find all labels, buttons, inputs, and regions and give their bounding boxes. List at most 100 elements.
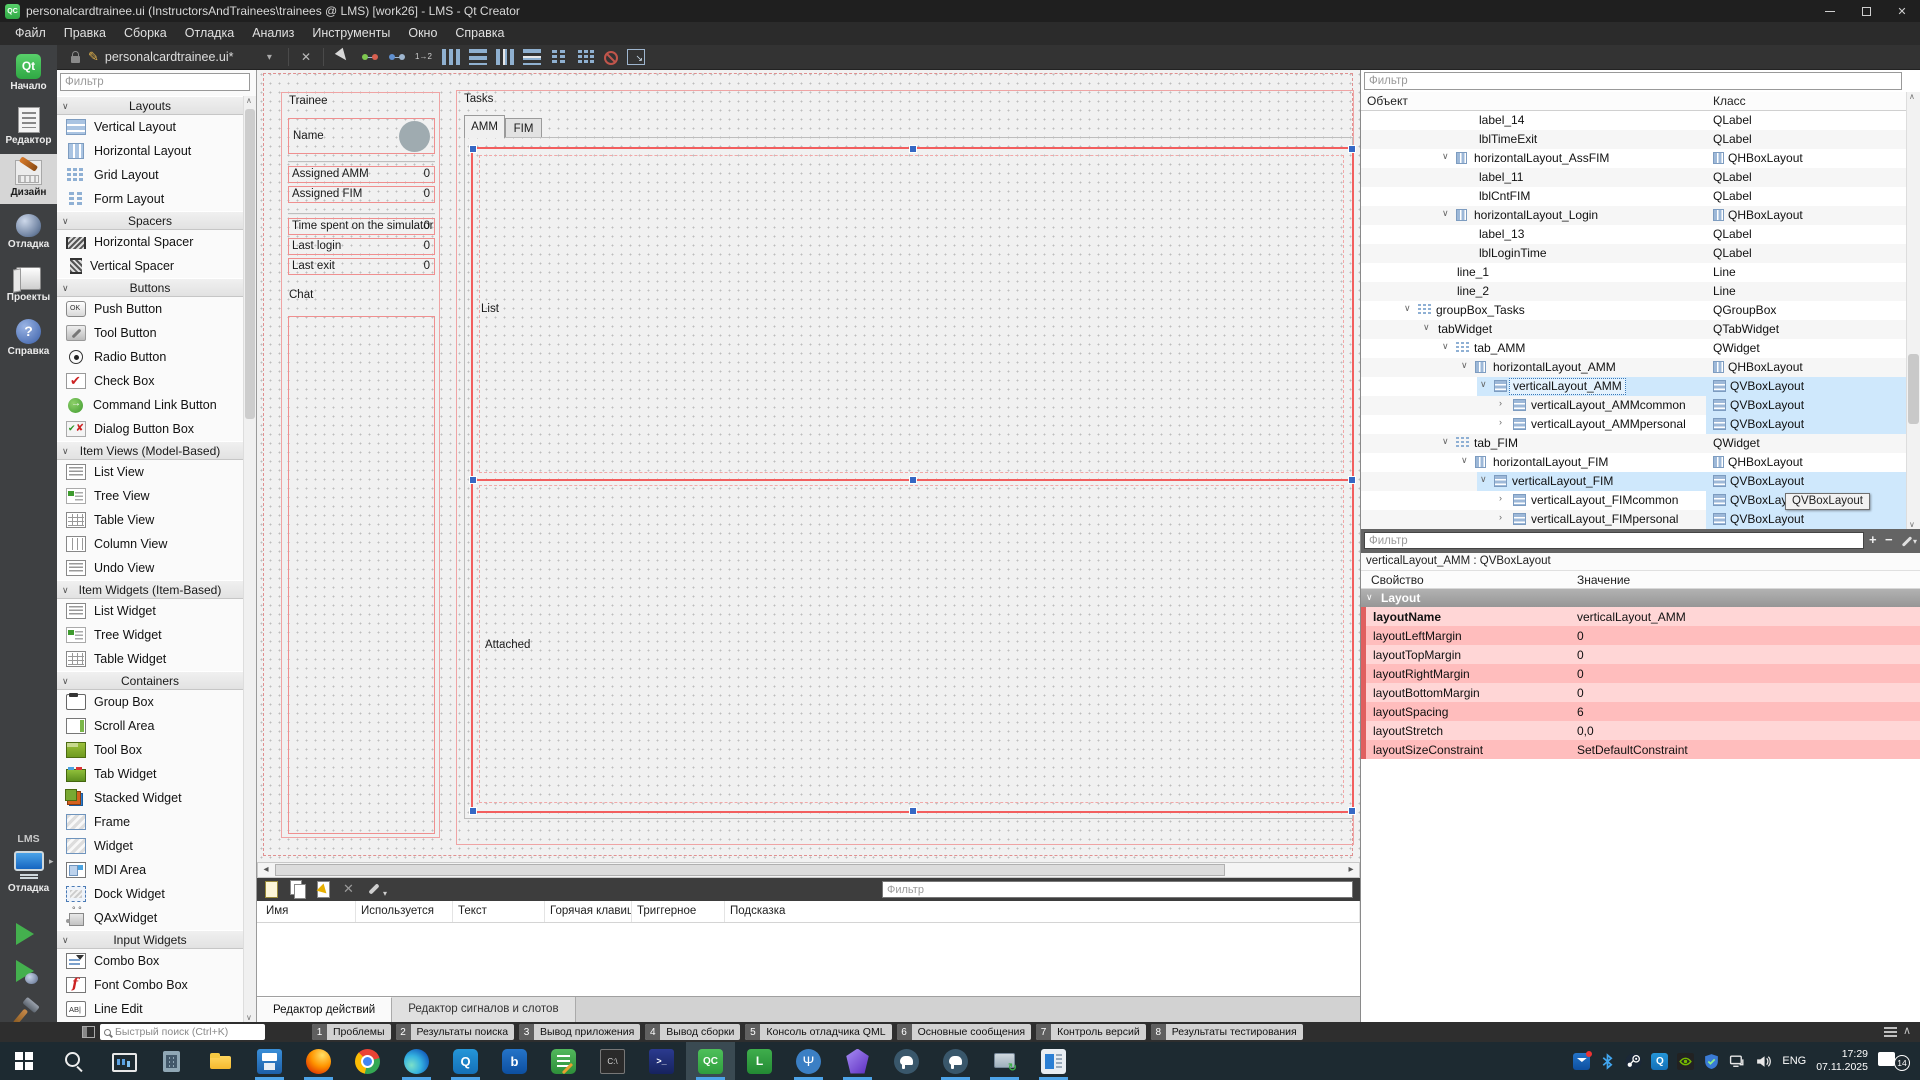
chat-box[interactable]	[288, 316, 435, 834]
object-filter-input[interactable]	[1364, 72, 1902, 90]
widget-tab-widget[interactable]: Tab Widget	[57, 762, 243, 786]
collapse-icon[interactable]: ∨	[1442, 151, 1449, 162]
tab-fim[interactable]: FIM	[505, 118, 542, 138]
property-layoutStretch[interactable]: layoutStretch0,0	[1361, 721, 1920, 740]
taskbar-search[interactable]	[49, 1042, 98, 1080]
qt-creator[interactable]: QC	[686, 1042, 735, 1080]
collapse-icon[interactable]: ∨	[1461, 360, 1468, 371]
add-property-icon[interactable]: +	[1869, 532, 1877, 547]
configure-properties-icon[interactable]	[1902, 536, 1913, 547]
layout-splitter-vertical-icon[interactable]	[523, 49, 541, 65]
horizontal-scrollbar[interactable]: ◂ ▸	[257, 862, 1360, 878]
widget-form-layout[interactable]: Form Layout	[57, 187, 243, 211]
object-row-verticalLayout_AMMpersonal[interactable]: ›verticalLayout_AMMpersonalQVBoxLayout	[1361, 415, 1907, 434]
time-spent-row[interactable]: Time spent on the simulator 0	[288, 218, 435, 235]
column-Горячая клавиш[interactable]: Горячая клавиш	[545, 901, 632, 922]
file-explorer[interactable]	[196, 1042, 245, 1080]
object-row-lblLoginTime[interactable]: lblLoginTimeQLabel	[1361, 244, 1907, 263]
scroll-right-icon[interactable]: ▸	[1343, 863, 1359, 877]
object-row-horizontalLayout_AMM[interactable]: ∨horizontalLayout_AMMQHBoxLayout	[1361, 358, 1907, 377]
action-filter-input[interactable]	[882, 881, 1353, 898]
object-row-groupBox_Tasks[interactable]: ∨groupBox_TasksQGroupBox	[1361, 301, 1907, 320]
powershell[interactable]: >_	[637, 1042, 686, 1080]
selection-handle-7[interactable]	[909, 807, 917, 815]
assigned-amm-row[interactable]: Assigned AMM 0	[288, 166, 435, 183]
expand-icon[interactable]: ›	[1499, 493, 1502, 503]
object-tree-scrollbar[interactable]: ∧ ∨	[1906, 92, 1920, 529]
postgresql-1[interactable]	[882, 1042, 931, 1080]
postgresql-2[interactable]	[931, 1042, 980, 1080]
object-row-verticalLayout_AMM[interactable]: ∨verticalLayout_AMMQVBoxLayout	[1361, 377, 1907, 396]
widget-vertical-layout[interactable]: Vertical Layout	[57, 115, 243, 139]
widget-table-widget[interactable]: Table Widget	[57, 647, 243, 671]
form-canvas[interactable]: Trainee Name Assigned AMM 0 Assigned FIM…	[257, 70, 1360, 862]
task-view[interactable]	[98, 1042, 147, 1080]
command-prompt[interactable]: C:\	[588, 1042, 637, 1080]
object-row-line_2[interactable]: line_2Line	[1361, 282, 1907, 301]
locator-search[interactable]: Быстрый поиск (Ctrl+K)	[100, 1024, 265, 1040]
output-pane-6[interactable]: 6Основные сообщения	[897, 1024, 1032, 1040]
scrollbar-thumb[interactable]	[275, 864, 1225, 876]
widget-list-widget[interactable]: List Widget	[57, 599, 243, 623]
windows-security-icon[interactable]	[1703, 1053, 1720, 1070]
object-row-tab_FIM[interactable]: ∨tab_FIMQWidget	[1361, 434, 1907, 453]
calculator[interactable]	[147, 1042, 196, 1080]
widget-scroll-area[interactable]: Scroll Area	[57, 714, 243, 738]
output-pane-5[interactable]: 5Консоль отладчика QML	[745, 1024, 891, 1040]
notification-center[interactable]: 14	[1878, 1049, 1912, 1073]
selection-handle-8[interactable]	[1348, 807, 1356, 815]
selection-handle-4[interactable]	[909, 476, 917, 484]
selection-handle-5[interactable]	[1348, 476, 1356, 484]
object-row-tab_AMM[interactable]: ∨tab_AMMQWidget	[1361, 339, 1907, 358]
widget-combo-box[interactable]: Combo Box	[57, 949, 243, 973]
last-login-row[interactable]: Last login 0	[288, 238, 435, 255]
paste-action-icon[interactable]	[314, 880, 332, 898]
name-row[interactable]: Name	[288, 118, 435, 154]
action-table-body[interactable]	[257, 923, 1360, 996]
edge[interactable]	[392, 1042, 441, 1080]
collapse-icon[interactable]: ∨	[1442, 208, 1449, 219]
copy-action-icon[interactable]	[288, 880, 306, 898]
language-indicator[interactable]: ENG	[1782, 1055, 1806, 1067]
layout-grid-icon[interactable]	[577, 49, 595, 65]
object-row-label_13[interactable]: label_13QLabel	[1361, 225, 1907, 244]
tasks-groupbox[interactable]: Tasks AMM FIM List Attached	[456, 90, 1354, 845]
object-row-verticalLayout_FIMpersonal[interactable]: ›verticalLayout_FIMpersonalQVBoxLayout	[1361, 510, 1907, 529]
widget-vertical-spacer[interactable]: Vertical Spacer	[57, 254, 243, 278]
column-class[interactable]: Класс	[1713, 94, 1746, 108]
layout-splitter-horizontal-icon[interactable]	[496, 49, 514, 65]
mode-welcome[interactable]: QtНачало	[0, 48, 57, 98]
widget-tree-widget[interactable]: Tree Widget	[57, 623, 243, 647]
widget-push-button[interactable]: Push Button	[57, 297, 243, 321]
output-pane-1[interactable]: 1Проблемы	[312, 1024, 391, 1040]
selection-handle-6[interactable]	[469, 807, 477, 815]
output-pane-3[interactable]: 3Вывод приложения	[519, 1024, 640, 1040]
column-Подсказка[interactable]: Подсказка	[725, 901, 1360, 922]
widget-group-box[interactable]: Group Box	[57, 690, 243, 714]
layout-form-icon[interactable]	[550, 49, 568, 65]
object-row-tabWidget[interactable]: ∨tabWidgetQTabWidget	[1361, 320, 1907, 339]
output-pane-7[interactable]: 7Контроль версий	[1036, 1024, 1146, 1040]
bluetooth-icon[interactable]	[1599, 1053, 1616, 1070]
expand-icon[interactable]: ›	[1499, 417, 1502, 427]
configure-dropdown-icon[interactable]: ▾	[1913, 537, 1917, 546]
property-layoutSpacing[interactable]: layoutSpacing6	[1361, 702, 1920, 721]
widget-undo-view[interactable]: Undo View	[57, 556, 243, 580]
assigned-fim-row[interactable]: Assigned FIM 0	[288, 186, 435, 203]
column-object[interactable]: Объект	[1367, 94, 1408, 108]
widget-box-scrollbar[interactable]: ∧ ∨	[243, 96, 256, 1022]
widget-section-item-widgets-item-based-[interactable]: ∨Item Widgets (Item-Based)	[57, 580, 243, 599]
close-button[interactable]: ✕	[1884, 0, 1920, 22]
widget-horizontal-spacer[interactable]: Horizontal Spacer	[57, 230, 243, 254]
break-layout-icon[interactable]	[604, 51, 618, 65]
menu-item-Инструменты[interactable]: Инструменты	[303, 22, 399, 45]
widget-section-spacers[interactable]: ∨Spacers	[57, 211, 243, 230]
bluemail[interactable]: b	[490, 1042, 539, 1080]
edit-widgets-icon[interactable]	[334, 49, 352, 65]
anydesk-icon[interactable]: Q	[1651, 1053, 1668, 1070]
widget-section-layouts[interactable]: ∨Layouts	[57, 96, 243, 115]
edit-tab-order-icon[interactable]	[415, 49, 433, 65]
property-layoutRightMargin[interactable]: layoutRightMargin0	[1361, 664, 1920, 683]
widget-check-box[interactable]: Check Box	[57, 369, 243, 393]
selection-handle-0[interactable]	[469, 145, 477, 153]
